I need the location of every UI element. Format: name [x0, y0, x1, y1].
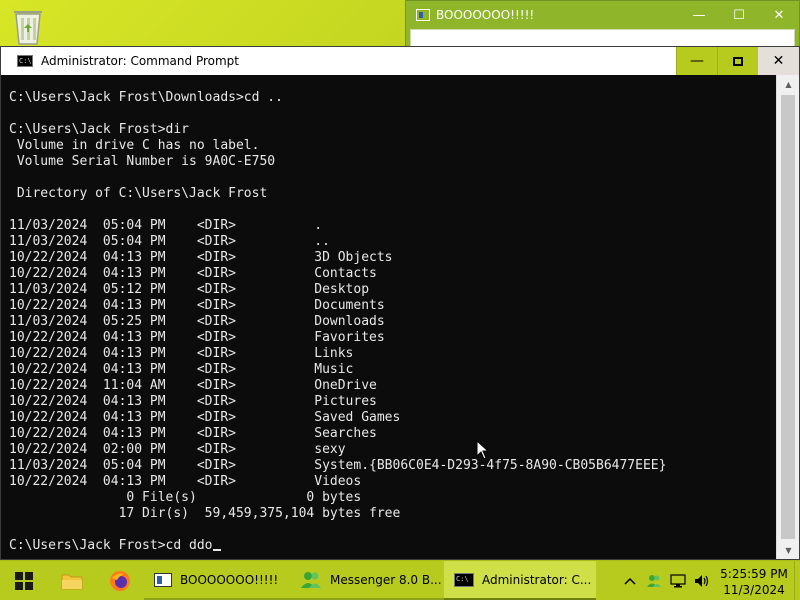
speaker-icon	[695, 574, 709, 587]
recycle-bin-icon[interactable]	[6, 4, 50, 48]
minimize-button[interactable]: —	[679, 1, 719, 29]
show-desktop-button[interactable]	[794, 561, 800, 600]
task-label: Messenger 8.0 B...	[330, 572, 442, 587]
volume-tray-icon[interactable]	[690, 561, 714, 600]
cmd-titlebar[interactable]: C:\ Administrator: Command Prompt — ✕	[1, 47, 799, 75]
console-line: 10/22/2024 04:13 PM <DIR> Documents	[9, 298, 385, 313]
background-window-content	[410, 29, 795, 47]
console-line: 10/22/2024 04:13 PM <DIR> Links	[9, 346, 354, 361]
background-window[interactable]: BOOOOOOO!!!!! — ☐ ✕	[405, 0, 800, 48]
maximize-icon	[733, 56, 743, 66]
messenger-icon	[647, 574, 661, 587]
minimize-button[interactable]: —	[676, 47, 717, 75]
close-button[interactable]: ✕	[759, 1, 799, 29]
console-line: Directory of C:\Users\Jack Frost	[9, 186, 268, 201]
cmd-app-icon: C:\	[454, 572, 474, 587]
close-button[interactable]: ✕	[758, 47, 799, 75]
console-line: 10/22/2024 04:13 PM <DIR> Videos	[9, 474, 362, 489]
console-prompt-line[interactable]: C:\Users\Jack Frost>cd ddo	[9, 538, 776, 554]
vertical-scrollbar[interactable]: ▲ ▼	[776, 75, 799, 559]
console-input[interactable]: C:\Users\Jack Frost>cd ddo	[9, 538, 213, 553]
show-hidden-icons-button[interactable]	[618, 561, 642, 600]
console-line: 10/22/2024 04:13 PM <DIR> Pictures	[9, 394, 377, 409]
clock-date: 11/3/2024	[723, 582, 785, 597]
network-icon	[670, 573, 686, 587]
task-label: BOOOOOOO!!!!!	[180, 572, 279, 587]
console-output[interactable]: C:\Users\Jack Frost\Downloads>cd .. C:\Us…	[1, 75, 776, 559]
system-tray: 5:25:59 PM 11/3/2024	[618, 561, 800, 600]
chevron-up-icon	[624, 577, 636, 585]
maximize-button[interactable]: ☐	[719, 1, 759, 29]
firefox-button[interactable]	[96, 561, 144, 600]
taskbar-task-messenger[interactable]: Messenger 8.0 B...	[290, 561, 444, 600]
console-line: 10/22/2024 02:00 PM <DIR> sexy	[9, 442, 346, 457]
file-explorer-button[interactable]	[48, 561, 96, 600]
console-line: C:\Users\Jack Frost\Downloads>cd ..	[9, 90, 283, 105]
app-window-icon	[154, 572, 172, 587]
taskbar-clock[interactable]: 5:25:59 PM 11/3/2024	[714, 564, 794, 598]
scrollbar-thumb[interactable]	[781, 95, 795, 539]
console-line: 10/22/2024 04:13 PM <DIR> 3D Objects	[9, 250, 393, 265]
start-button[interactable]	[0, 561, 48, 600]
scroll-down-arrow-icon[interactable]: ▼	[777, 541, 800, 559]
mouse-pointer-icon	[476, 439, 490, 460]
folder-icon	[61, 574, 83, 589]
console-line: 10/22/2024 04:13 PM <DIR> Music	[9, 362, 354, 377]
command-prompt-window[interactable]: C:\ Administrator: Command Prompt — ✕ C:…	[0, 46, 800, 560]
console-line: 11/03/2024 05:04 PM <DIR> ..	[9, 234, 330, 249]
console-line: 10/22/2024 04:13 PM <DIR> Searches	[9, 426, 377, 441]
console-line: Volume in drive C has no label.	[9, 138, 260, 153]
background-window-title: BOOOOOOO!!!!!	[436, 8, 535, 22]
console-line: 11/03/2024 05:04 PM <DIR> System.{BB06C0…	[9, 458, 667, 473]
console-line: C:\Users\Jack Frost>dir	[9, 122, 190, 137]
windows-logo-icon	[15, 571, 33, 590]
console-line: 11/03/2024 05:04 PM <DIR> .	[9, 218, 323, 233]
messenger-icon	[301, 571, 321, 588]
scroll-up-arrow-icon[interactable]: ▲	[777, 75, 800, 93]
console-line: 10/22/2024 04:13 PM <DIR> Saved Games	[9, 410, 401, 425]
clock-time: 5:25:59 PM	[720, 566, 788, 581]
cmd-window-title: Administrator: Command Prompt	[41, 54, 239, 68]
firefox-icon	[110, 570, 130, 591]
console-line: 11/03/2024 05:25 PM <DIR> Downloads	[9, 314, 385, 329]
maximize-button[interactable]	[717, 47, 758, 75]
messenger-tray-icon[interactable]	[642, 561, 666, 600]
taskbar-task-booooooo[interactable]: BOOOOOOO!!!!!	[144, 561, 290, 600]
taskbar: BOOOOOOO!!!!! Messenger 8.0 B... C:\ Adm…	[0, 560, 800, 600]
console-line: Volume Serial Number is 9A0C-E750	[9, 154, 276, 169]
console-line: 0 File(s) 0 bytes	[9, 490, 362, 505]
console-line: 17 Dir(s) 59,459,375,104 bytes free	[9, 506, 401, 521]
taskbar-task-command-prompt[interactable]: C:\ Administrator: C...	[444, 561, 596, 600]
task-label: Administrator: C...	[482, 572, 592, 587]
console-line: 10/22/2024 04:13 PM <DIR> Favorites	[9, 330, 385, 345]
cmd-app-icon: C:\	[17, 55, 33, 67]
console-line: 10/22/2024 11:04 AM <DIR> OneDrive	[9, 378, 377, 393]
app-window-icon	[416, 9, 430, 21]
console-line: 10/22/2024 04:13 PM <DIR> Contacts	[9, 266, 377, 281]
network-tray-icon[interactable]	[666, 561, 690, 600]
text-cursor	[212, 549, 221, 551]
console-line: 11/03/2024 05:12 PM <DIR> Desktop	[9, 282, 370, 297]
